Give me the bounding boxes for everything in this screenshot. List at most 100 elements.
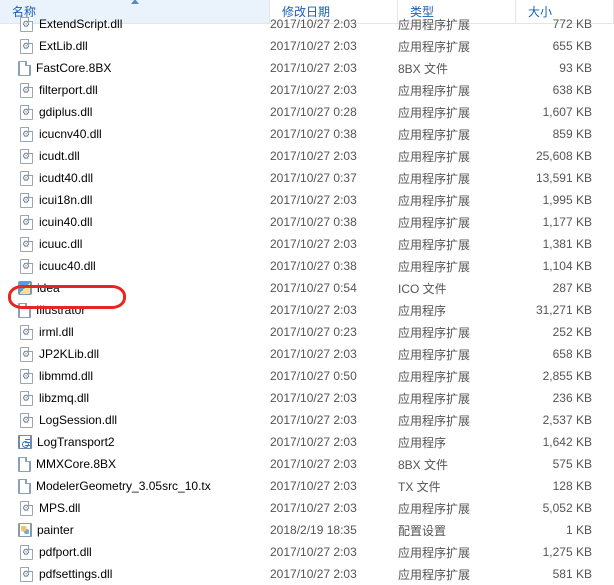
- file-row[interactable]: FastCore.8BX2017/10/27 2:038BX 文件93 KB: [0, 57, 614, 79]
- file-name-cell: MMXCore.8BX: [0, 457, 270, 472]
- file-type-cell: 8BX 文件: [398, 456, 516, 473]
- file-name-cell: ExtendScript.dll: [0, 16, 270, 32]
- file-type-cell: 应用程序: [398, 302, 516, 319]
- file-row[interactable]: idea2017/10/27 0:54ICO 文件287 KB: [0, 277, 614, 299]
- file-name-text: filterport.dll: [39, 83, 98, 97]
- file-row[interactable]: irml.dll2017/10/27 0:23应用程序扩展252 KB: [0, 321, 614, 343]
- config-file-icon: [18, 523, 32, 537]
- file-row[interactable]: painter2018/2/19 18:35配置设置1 KB: [0, 519, 614, 541]
- dll-file-icon: [18, 258, 34, 274]
- file-size-cell: 25,608 KB: [516, 149, 614, 163]
- file-size-cell: 581 KB: [516, 567, 614, 581]
- file-type-cell: 应用程序: [398, 434, 516, 451]
- file-row[interactable]: MPS.dll2017/10/27 2:03应用程序扩展5,052 KB: [0, 497, 614, 519]
- dll-file-icon: [18, 544, 34, 560]
- file-name-text: LogTransport2: [37, 435, 115, 449]
- file-size-cell: 128 KB: [516, 479, 614, 493]
- dll-file-icon: [18, 126, 34, 142]
- file-name-cell: icuuc40.dll: [0, 258, 270, 274]
- file-row[interactable]: ExtLib.dll2017/10/27 2:03应用程序扩展655 KB: [0, 35, 614, 57]
- dll-file-icon: [18, 368, 34, 384]
- file-size-cell: 772 KB: [516, 17, 614, 31]
- file-name-cell: irml.dll: [0, 324, 270, 340]
- file-row[interactable]: icudt40.dll2017/10/27 0:37应用程序扩展13,591 K…: [0, 167, 614, 189]
- file-row[interactable]: libzmq.dll2017/10/27 2:03应用程序扩展236 KB: [0, 387, 614, 409]
- file-date-cell: 2017/10/27 0:38: [270, 215, 398, 229]
- file-date-cell: 2017/10/27 2:03: [270, 457, 398, 471]
- dll-file-icon: [18, 104, 34, 120]
- file-size-cell: 1,381 KB: [516, 237, 614, 251]
- file-row[interactable]: icuuc.dll2017/10/27 2:03应用程序扩展1,381 KB: [0, 233, 614, 255]
- file-date-cell: 2017/10/27 2:03: [270, 193, 398, 207]
- file-size-cell: 655 KB: [516, 39, 614, 53]
- file-name-text: ExtLib.dll: [39, 39, 88, 53]
- file-row[interactable]: icuuc40.dll2017/10/27 0:38应用程序扩展1,104 KB: [0, 255, 614, 277]
- file-row[interactable]: libmmd.dll2017/10/27 0:50应用程序扩展2,855 KB: [0, 365, 614, 387]
- file-name-text: icudt40.dll: [39, 171, 93, 185]
- file-row[interactable]: icuin40.dll2017/10/27 0:38应用程序扩展1,177 KB: [0, 211, 614, 233]
- file-size-cell: 1,995 KB: [516, 193, 614, 207]
- file-name-text: libmmd.dll: [39, 369, 93, 383]
- file-row[interactable]: pdfsettings.dll2017/10/27 2:03应用程序扩展581 …: [0, 563, 614, 585]
- file-name-text: JP2KLib.dll: [39, 347, 99, 361]
- file-name-text: ExtendScript.dll: [39, 17, 122, 31]
- file-date-cell: 2017/10/27 2:03: [270, 237, 398, 251]
- file-date-cell: 2017/10/27 0:50: [270, 369, 398, 383]
- file-date-cell: 2018/2/19 18:35: [270, 523, 398, 537]
- dll-file-icon: [18, 236, 34, 252]
- dll-file-icon: [18, 390, 34, 406]
- file-row[interactable]: icui18n.dll2017/10/27 2:03应用程序扩展1,995 KB: [0, 189, 614, 211]
- file-size-cell: 31,271 KB: [516, 303, 614, 317]
- file-row[interactable]: filterport.dll2017/10/27 2:03应用程序扩展638 K…: [0, 79, 614, 101]
- file-name-cell: icucnv40.dll: [0, 126, 270, 142]
- file-name-cell: icuin40.dll: [0, 214, 270, 230]
- file-row[interactable]: JP2KLib.dll2017/10/27 2:03应用程序扩展658 KB: [0, 343, 614, 365]
- file-size-cell: 1,104 KB: [516, 259, 614, 273]
- file-row[interactable]: ModelerGeometry_3.05src_10.tx2017/10/27 …: [0, 475, 614, 497]
- file-name-cell: ModelerGeometry_3.05src_10.tx: [0, 479, 270, 494]
- file-row[interactable]: MMXCore.8BX 2017/10/27 2:038BX 文件575 KB: [0, 453, 614, 475]
- file-type-cell: TX 文件: [398, 478, 516, 495]
- dll-file-icon: [18, 38, 34, 54]
- file-name-cell: icudt.dll: [0, 148, 270, 164]
- file-name-cell: idea: [0, 281, 270, 295]
- file-name-cell: LogTransport2: [0, 435, 270, 449]
- file-row[interactable]: icudt.dll2017/10/27 2:03应用程序扩展25,608 KB: [0, 145, 614, 167]
- file-name-text: icuuc.dll: [39, 237, 82, 251]
- file-list: ExtendScript.dll2017/10/27 2:03应用程序扩展772…: [0, 13, 614, 585]
- file-name-cell: filterport.dll: [0, 82, 270, 98]
- file-row[interactable]: pdfport.dll2017/10/27 2:03应用程序扩展1,275 KB: [0, 541, 614, 563]
- file-size-cell: 575 KB: [516, 457, 614, 471]
- file-name-cell: Illustrator: [0, 303, 270, 318]
- file-name-cell: icuuc.dll: [0, 236, 270, 252]
- ico-file-icon: [18, 281, 32, 295]
- file-size-cell: 93 KB: [516, 61, 614, 75]
- file-name-text: MMXCore.8BX: [36, 457, 116, 471]
- file-type-cell: 应用程序扩展: [398, 346, 516, 363]
- file-type-cell: 应用程序扩展: [398, 544, 516, 561]
- file-name-text: icudt.dll: [39, 149, 80, 163]
- dll-file-icon: [18, 214, 34, 230]
- file-size-cell: 859 KB: [516, 127, 614, 141]
- file-row[interactable]: LogSession.dll2017/10/27 2:03应用程序扩展2,537…: [0, 409, 614, 431]
- file-size-cell: 2,855 KB: [516, 369, 614, 383]
- file-date-cell: 2017/10/27 2:03: [270, 567, 398, 581]
- file-row[interactable]: gdiplus.dll2017/10/27 0:28应用程序扩展1,607 KB: [0, 101, 614, 123]
- file-name-cell: icudt40.dll: [0, 170, 270, 186]
- file-name-text: FastCore.8BX: [36, 61, 111, 75]
- file-size-cell: 1,607 KB: [516, 105, 614, 119]
- file-name-cell: gdiplus.dll: [0, 104, 270, 120]
- file-row[interactable]: icucnv40.dll2017/10/27 0:38应用程序扩展859 KB: [0, 123, 614, 145]
- file-row[interactable]: Illustrator2017/10/27 2:03应用程序31,271 KB: [0, 299, 614, 321]
- file-type-cell: 应用程序扩展: [398, 126, 516, 143]
- file-type-cell: 应用程序扩展: [398, 38, 516, 55]
- file-name-cell: FastCore.8BX: [0, 61, 270, 76]
- file-date-cell: 2017/10/27 2:03: [270, 17, 398, 31]
- file-name-text: pdfsettings.dll: [39, 567, 112, 581]
- file-name-text: painter: [37, 523, 74, 537]
- dll-file-icon: [18, 148, 34, 164]
- file-row[interactable]: ExtendScript.dll2017/10/27 2:03应用程序扩展772…: [0, 13, 614, 35]
- dll-file-icon: [18, 16, 34, 32]
- file-name-text: icucnv40.dll: [39, 127, 102, 141]
- file-row[interactable]: LogTransport22017/10/27 2:03应用程序1,642 KB: [0, 431, 614, 453]
